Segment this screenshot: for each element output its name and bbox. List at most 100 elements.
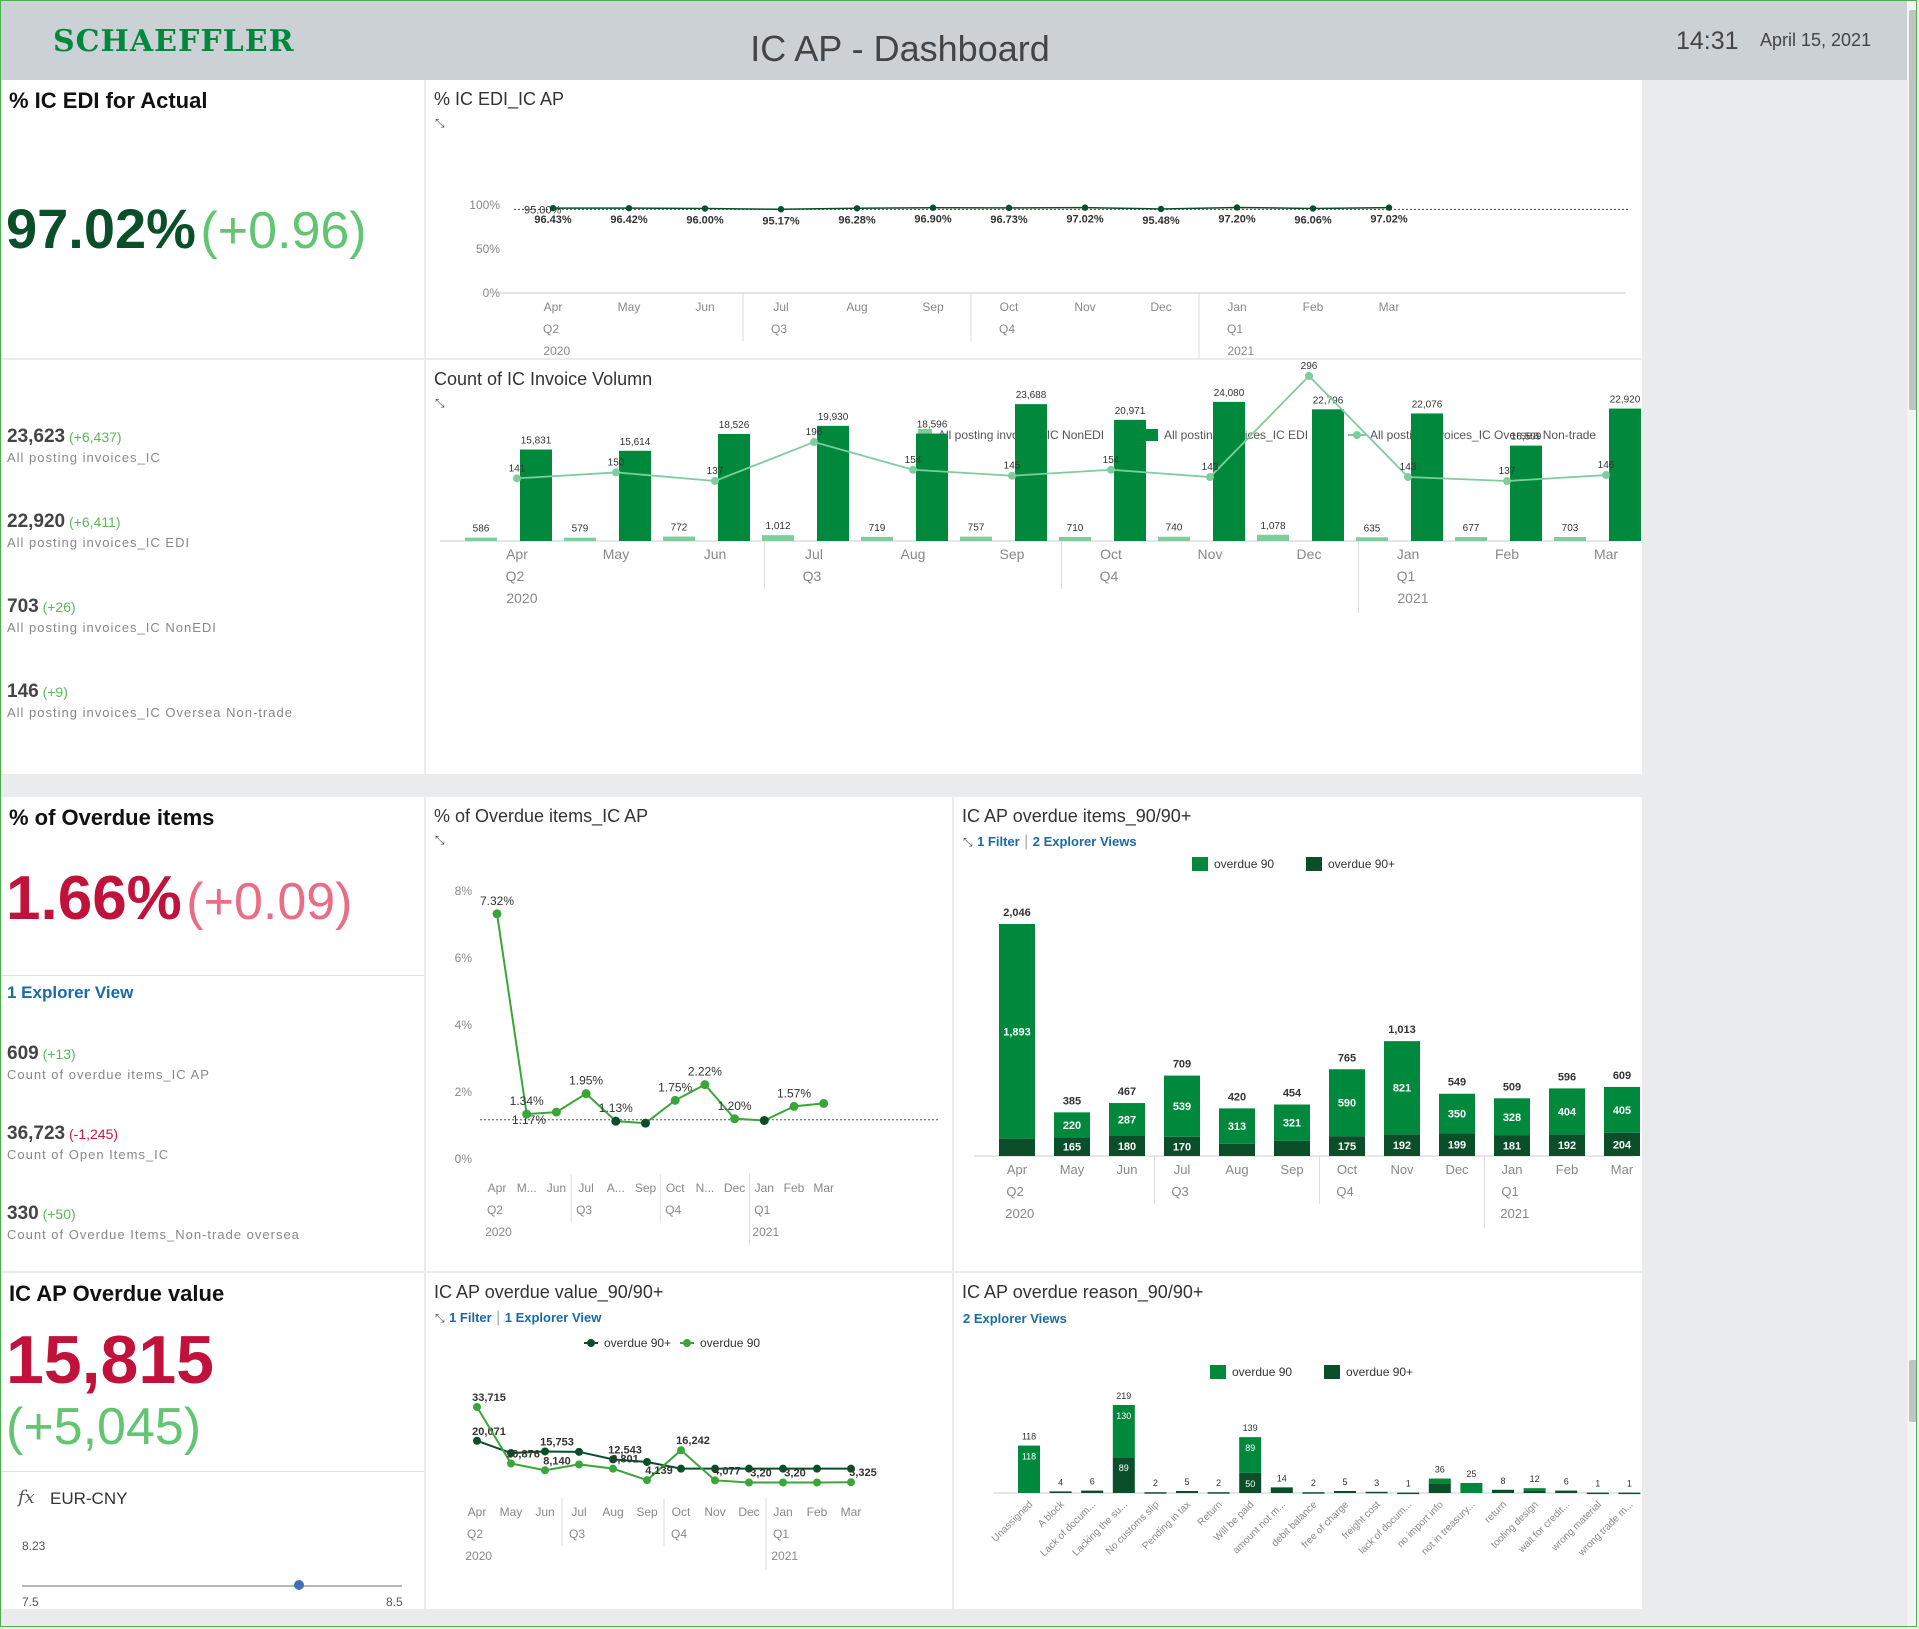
chart-panel-edi-pct[interactable]: % IC EDI_IC AP ⤡ 100% 50% 0% 95.00% 96.43% 96… xyxy=(426,80,1642,358)
fx-label: EUR-CNY xyxy=(50,1489,128,1508)
y-tick-label: 8% xyxy=(455,884,473,898)
total-label: 765 xyxy=(1338,1052,1356,1064)
chart-panel-invoice-volume[interactable]: Count of IC Invoice Volumn ⤡ All posting… xyxy=(426,360,1642,774)
segment-label: 192 xyxy=(1393,1140,1411,1152)
data-point xyxy=(730,1114,740,1124)
bar-overdue-90plus xyxy=(1618,1492,1641,1495)
data-point xyxy=(759,1115,769,1125)
kpi-edi-title: % IC EDI for Actual xyxy=(9,88,208,113)
scrollbar-thumb[interactable] xyxy=(1909,10,1917,410)
data-label: 8,801 xyxy=(611,1454,639,1466)
header-bar: SCHAEFFLER IC AP - Dashboard 14:31 April… xyxy=(0,0,1919,80)
chart-panel-overdue-reason[interactable]: IC AP overdue reason_90/90+ 2 Explorer V… xyxy=(954,1273,1642,1609)
data-point xyxy=(513,474,521,483)
data-label: 4,077 xyxy=(713,1465,741,1477)
stat-value: 36,723 xyxy=(7,1123,66,1144)
bar-nonedi xyxy=(1554,536,1586,541)
total-label: 14 xyxy=(1277,1473,1287,1483)
fx-slider-handle[interactable] xyxy=(294,1580,305,1590)
legend-label: overdue 90 xyxy=(1214,857,1274,871)
data-point xyxy=(819,1098,829,1108)
data-point xyxy=(611,1116,621,1126)
quarter-label: Q1 xyxy=(1501,1184,1518,1199)
stat-item: 36,723 (-1,245) Count of Open Items_IC xyxy=(7,1123,169,1162)
legend-swatch xyxy=(683,1339,691,1347)
total-label: 420 xyxy=(1228,1091,1246,1103)
data-point xyxy=(643,1476,651,1485)
x-tick-label: N... xyxy=(696,1181,715,1195)
kpi-overdue-delta: (+0.09) xyxy=(186,873,353,931)
total-label: 6 xyxy=(1564,1477,1569,1487)
quarter-label: Q2 xyxy=(506,568,525,584)
chart-panel-overdue-pct[interactable]: % of Overdue items_IC AP ⤡ 8% 6% 4% 2% 0% 1.1… xyxy=(426,797,952,1271)
bar-nonedi xyxy=(663,536,695,541)
year-label: 2021 xyxy=(752,1225,779,1239)
x-tick-label: Sep xyxy=(1280,1162,1303,1177)
kpi-overdue-panel[interactable]: % of Overdue items 1.66% (+0.09) 1 Explo… xyxy=(0,797,424,1271)
data-point xyxy=(541,1447,549,1456)
data-label: 97.02% xyxy=(1370,214,1408,226)
data-point xyxy=(847,1478,855,1487)
stat-delta: (+9) xyxy=(38,684,68,700)
bar-nonedi xyxy=(762,535,794,541)
fx-slider-track[interactable] xyxy=(22,1585,402,1587)
bar-label: 586 xyxy=(473,524,490,535)
x-tick-label: Oct xyxy=(1337,1162,1358,1177)
data-point xyxy=(507,1459,515,1468)
point-label: 154 xyxy=(905,455,922,466)
x-tick-label: Nov xyxy=(704,1505,725,1519)
data-point xyxy=(609,1464,617,1473)
data-point xyxy=(1602,471,1610,480)
kpi-edi-panel[interactable]: % IC EDI for Actual 97.02% (+0.96) xyxy=(0,80,424,358)
stat-delta: (+50) xyxy=(38,1206,76,1222)
x-tick-label: Jul xyxy=(773,300,788,314)
bar-edi xyxy=(1015,404,1047,541)
total-label: 36 xyxy=(1435,1465,1445,1475)
bar-label: 16,509 xyxy=(1511,432,1542,443)
explorer-view-link[interactable]: 1 Explorer View xyxy=(7,983,133,1003)
bar-label: 1,012 xyxy=(765,521,790,532)
bar-edi xyxy=(1510,445,1542,541)
segment-label: 313 xyxy=(1228,1121,1246,1133)
chart-panel-overdue-value[interactable]: IC AP overdue value_90/90+ ⤡ 1 Filter | … xyxy=(426,1273,952,1609)
data-point xyxy=(1233,204,1241,211)
data-label: 1.75% xyxy=(658,1080,692,1094)
x-tick-label: Aug xyxy=(901,546,926,562)
x-tick-label: Jun xyxy=(1117,1162,1138,1177)
data-point xyxy=(549,204,557,212)
data-point xyxy=(1157,205,1165,213)
chart-panel-overdue-items[interactable]: IC AP overdue items_90/90+ ⤡ 1 Filter | … xyxy=(954,797,1642,1271)
data-point xyxy=(1385,204,1393,211)
quarter-label: Q4 xyxy=(999,322,1015,336)
bar-overdue-90plus xyxy=(1302,1492,1325,1494)
bar-label: 710 xyxy=(1067,523,1084,534)
total-label: 219 xyxy=(1116,1391,1131,1401)
bar-overdue-90plus xyxy=(1219,1143,1255,1156)
segment-label: 321 xyxy=(1283,1118,1301,1130)
kpi-overdue-value: 1.66% xyxy=(6,864,182,933)
stat-value: 330 xyxy=(7,1203,39,1224)
total-label: 25 xyxy=(1466,1469,1476,1479)
x-tick-label: Mar xyxy=(1379,300,1400,314)
bar-nonedi xyxy=(1158,536,1190,541)
y-tick-label: 100% xyxy=(469,198,500,212)
data-label: 16,242 xyxy=(676,1435,710,1447)
data-label: 7.32% xyxy=(480,894,514,908)
stat-label: Count of overdue items_IC AP xyxy=(7,1067,210,1082)
x-tick-label: Sep xyxy=(1000,546,1025,562)
scrollbar-thumb[interactable] xyxy=(1909,1360,1917,1422)
data-label: 1.13% xyxy=(599,1101,633,1115)
x-tick-label: Jan xyxy=(773,1505,792,1519)
segment-label: 404 xyxy=(1558,1106,1577,1118)
kpi-value-panel[interactable]: IC AP Overdue value 15,815 (+5,045) fx E… xyxy=(0,1273,424,1609)
data-point xyxy=(641,1118,650,1128)
segment-label: 180 xyxy=(1118,1141,1136,1153)
total-label: 5 xyxy=(1184,1477,1189,1487)
data-label: 95.17% xyxy=(762,215,800,227)
data-label: 96.00% xyxy=(686,215,724,227)
data-point xyxy=(1503,477,1511,485)
data-point xyxy=(777,206,785,213)
legend-swatch xyxy=(587,1339,595,1347)
bar-label: 1,078 xyxy=(1260,521,1285,532)
segment-label: 118 xyxy=(1022,1452,1036,1462)
